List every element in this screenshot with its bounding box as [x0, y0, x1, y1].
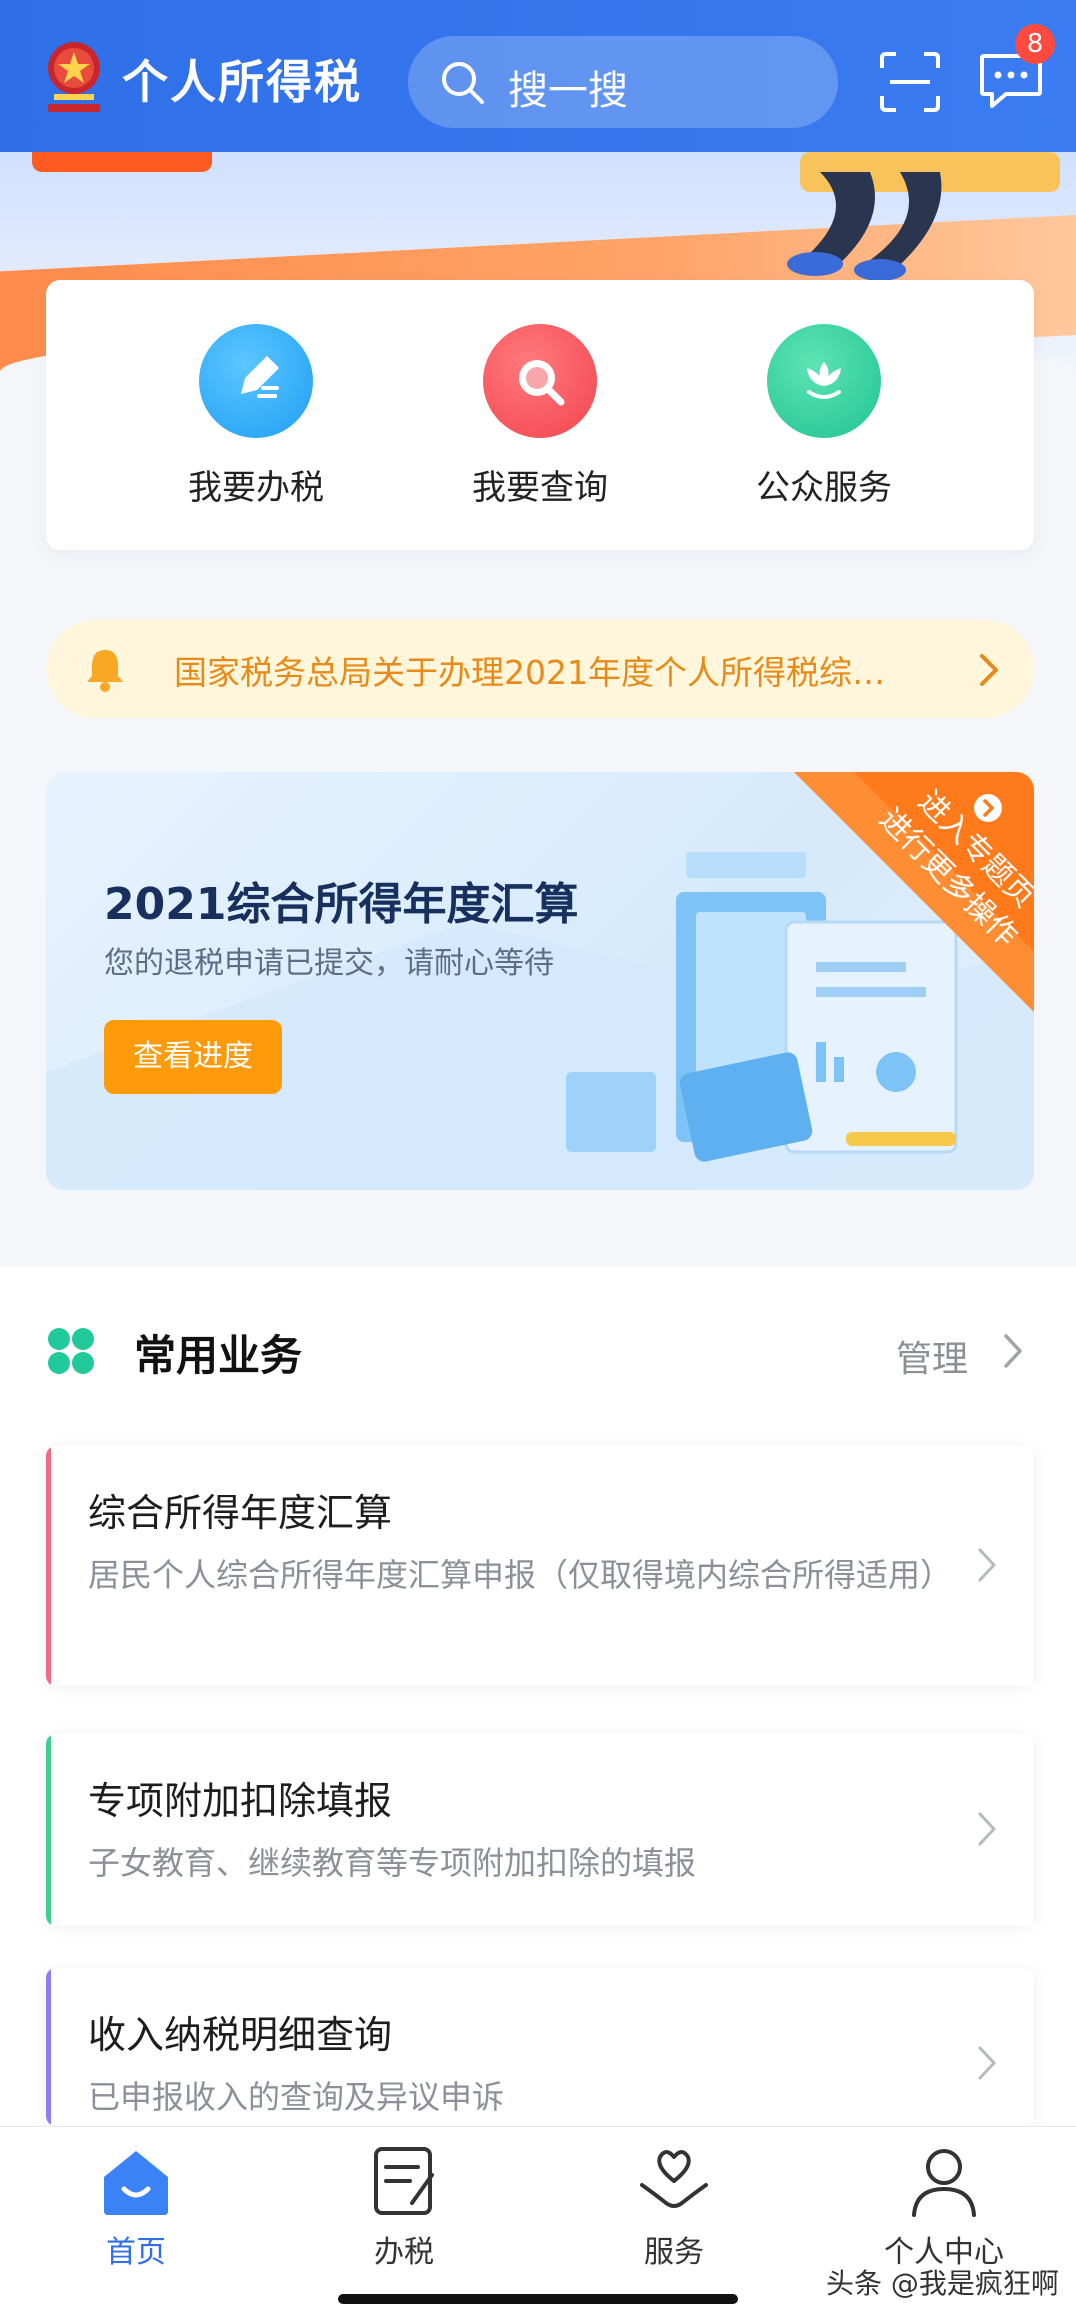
chevron-right-icon [980, 654, 998, 686]
chevron-right-icon [978, 1812, 996, 1846]
accent-bar [46, 1968, 51, 2126]
reading-figure-illustration [787, 152, 1060, 281]
pencil-icon [199, 324, 313, 438]
quick-action-query[interactable]: 我要查询 [420, 324, 660, 509]
quick-action-public-service[interactable]: 公众服务 [704, 324, 944, 509]
document-icon [374, 2147, 434, 2215]
lotus-icon [767, 324, 881, 438]
quick-action-label: 我要办税 [188, 468, 324, 508]
service-item-title: 收入纳税明细查询 [88, 2013, 393, 2057]
notice-bar[interactable]: 国家税务总局关于办理2021年度个人所得税综… [46, 620, 1034, 718]
topic-page-link[interactable]: 进入专题页 进行更多操作 [794, 772, 1034, 1012]
tab-label: 服务 [644, 2235, 704, 2270]
chevron-right-icon [978, 1548, 996, 1582]
view-progress-button[interactable]: 查看进度 [104, 1020, 282, 1094]
chevron-right-icon [1004, 1334, 1022, 1368]
quick-actions-card: 我要办税 我要查询 公众服务 [46, 280, 1034, 550]
home-icon [104, 2151, 168, 2215]
quick-action-tax[interactable]: 我要办税 [136, 324, 376, 509]
accent-bar [46, 1446, 51, 1686]
search-icon [442, 62, 484, 104]
watermark: 头条 @我是疯狂啊 [826, 2267, 1059, 2300]
tab-home[interactable]: 首页 [36, 2145, 236, 2271]
chevron-right-icon [978, 2046, 996, 2080]
service-item-title: 综合所得年度汇算 [88, 1491, 393, 1535]
service-item-desc: 子女教育、继续教育等专项附加扣除的填报 [88, 1844, 697, 1882]
search-bar[interactable]: 搜一搜 [408, 36, 838, 128]
service-item-income-query[interactable]: 收入纳税明细查询 已申报收入的查询及异议申诉 [46, 1968, 1034, 2126]
quick-action-label: 公众服务 [756, 468, 892, 508]
service-item-desc: 居民个人综合所得年度汇算申报（仅取得境内综合所得适用） [88, 1556, 953, 1594]
promo-subtitle: 您的退税申请已提交，请耐心等待 [104, 946, 554, 981]
tab-label: 办税 [374, 2235, 434, 2270]
message-badge: 8 [1015, 24, 1055, 64]
banner-tag [32, 152, 212, 172]
quick-action-label: 我要查询 [472, 468, 608, 508]
arrow-circle-icon [974, 794, 1002, 822]
annual-settlement-card[interactable]: 2021综合所得年度汇算 您的退税申请已提交，请耐心等待 查看进度 进入专题页 … [46, 772, 1034, 1190]
tab-label: 首页 [106, 2235, 166, 2270]
user-icon [912, 2149, 976, 2217]
magnifier-icon [483, 324, 597, 438]
search-placeholder: 搜一搜 [508, 68, 628, 114]
service-item-title: 专项附加扣除填报 [88, 1779, 393, 1823]
top-header: 个人所得税 搜一搜 8 [0, 0, 1076, 152]
notice-text: 国家税务总局关于办理2021年度个人所得税综… [174, 653, 885, 692]
clover-icon [48, 1328, 94, 1374]
promo-title: 2021综合所得年度汇算 [104, 879, 579, 930]
heart-hand-icon [640, 2150, 708, 2208]
service-item-annual-settlement[interactable]: 综合所得年度汇算 居民个人综合所得年度汇算申报（仅取得境内综合所得适用） [46, 1446, 1034, 1686]
scan-icon[interactable] [878, 50, 942, 114]
manage-link[interactable]: 管理 [896, 1330, 968, 1382]
tab-profile[interactable]: 个人中心 [844, 2145, 1044, 2271]
service-item-special-deduction[interactable]: 专项附加扣除填报 子女教育、继续教育等专项附加扣除的填报 [46, 1734, 1034, 1926]
bell-icon [87, 650, 123, 692]
accent-bar [46, 1734, 51, 1926]
tax-emblem-icon [48, 42, 100, 112]
tab-service[interactable]: 服务 [574, 2145, 774, 2271]
service-item-desc: 已申报收入的查询及异议申诉 [88, 2078, 505, 2116]
app-title: 个人所得税 [122, 55, 362, 109]
section-title: 常用业务 [134, 1331, 303, 1380]
home-indicator[interactable] [338, 2294, 738, 2304]
tab-tax[interactable]: 办税 [304, 2145, 504, 2271]
common-services-section: 常用业务 管理 综合所得年度汇算 居民个人综合所得年度汇算申报（仅取得境内综合所… [0, 1266, 1076, 2126]
